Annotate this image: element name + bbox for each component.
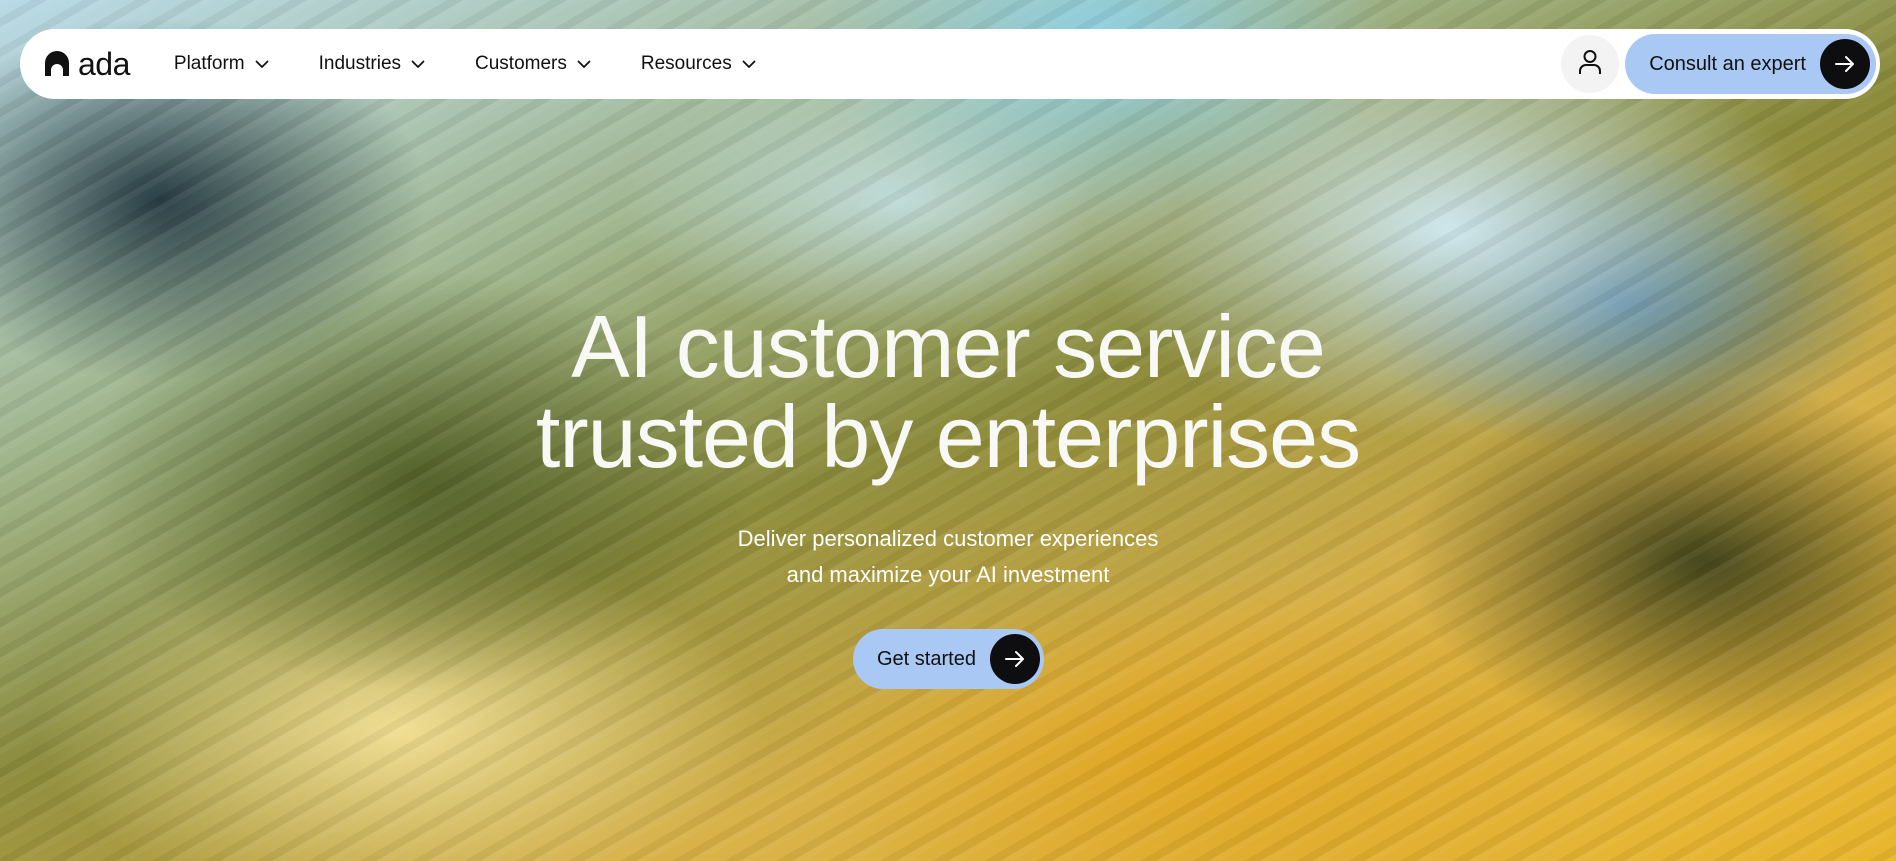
page: ada Platform Industries Customers Resour…	[0, 0, 1896, 861]
chevron-down-icon	[255, 53, 269, 75]
menu-item-industries[interactable]: Industries	[319, 53, 425, 75]
consult-expert-label: Consult an expert	[1649, 52, 1806, 75]
menu-item-resources[interactable]: Resources	[641, 53, 756, 75]
menu-item-customers[interactable]: Customers	[475, 53, 591, 75]
nav-actions: Consult an expert	[1561, 34, 1876, 94]
arrow-right-icon	[1820, 39, 1870, 89]
hero-title-line-1: AI customer service	[571, 297, 1326, 396]
menu-item-label: Resources	[640, 53, 732, 74]
account-button[interactable]	[1561, 35, 1620, 93]
logo[interactable]: ada	[44, 48, 130, 80]
hero-subtitle-line-2: and maximize your AI investment	[786, 562, 1110, 587]
menu-item-label: Industries	[318, 53, 402, 74]
menu-item-label: Platform	[173, 53, 245, 74]
chevron-down-icon	[411, 53, 425, 75]
ada-arch-icon	[44, 51, 70, 77]
menu-item-label: Customers	[475, 53, 567, 74]
hero-title-line-2: trusted by enterprises	[535, 387, 1361, 486]
hero-title: AI customer service trusted by enterpris…	[0, 302, 1896, 482]
hero-subtitle-line-1: Deliver personalized customer experience…	[737, 526, 1159, 551]
logo-text: ada	[78, 46, 130, 82]
chevron-down-icon	[742, 53, 756, 75]
arrow-right-icon	[989, 634, 1040, 684]
top-navigation: ada Platform Industries Customers Resour…	[20, 29, 1880, 99]
get-started-label: Get started	[877, 647, 976, 670]
chevron-down-icon	[577, 53, 591, 75]
main-menu: Platform Industries Customers Resources	[174, 53, 806, 75]
consult-expert-button[interactable]: Consult an expert	[1625, 34, 1876, 94]
hero-subtitle: Deliver personalized customer experience…	[0, 521, 1896, 593]
get-started-button[interactable]: Get started	[853, 629, 1044, 689]
menu-item-platform[interactable]: Platform	[174, 53, 269, 75]
user-icon	[1578, 49, 1602, 80]
